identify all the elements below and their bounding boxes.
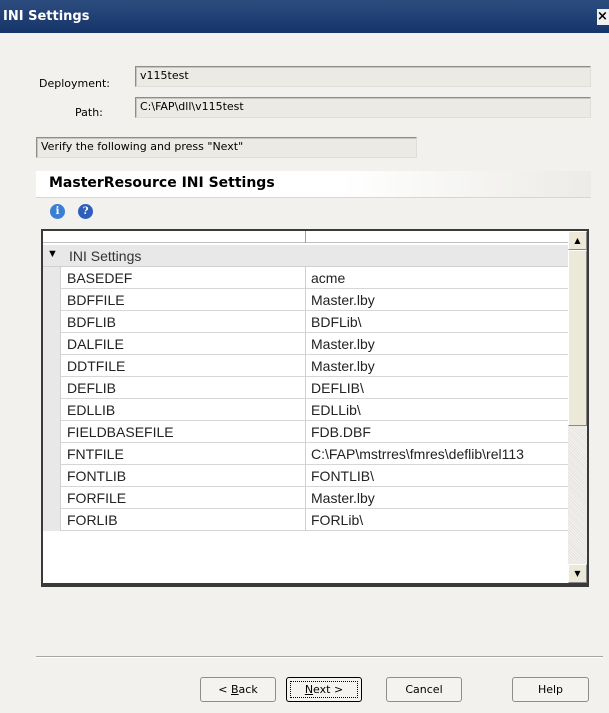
- footer-divider: [36, 656, 603, 658]
- setting-key: FIELDBASEFILE: [67, 424, 174, 440]
- scroll-up-icon[interactable]: ▲: [568, 231, 587, 250]
- row-indent: [43, 289, 61, 311]
- row-indent: [43, 399, 61, 421]
- back-mnemonic: B: [231, 683, 239, 696]
- ini-settings-grid: ▼ INI Settings BASEDEF acme BDFFILE Master.…: [41, 229, 589, 587]
- cell-divider: [305, 487, 306, 509]
- back-button[interactable]: < Back: [200, 677, 276, 702]
- cell-divider: [305, 333, 306, 355]
- section-title: MasterResource INI Settings: [36, 171, 591, 198]
- row-indent: [43, 443, 61, 465]
- cell-divider: [305, 465, 306, 487]
- row-indent: [43, 267, 61, 289]
- setting-key: BDFLIB: [67, 314, 117, 330]
- table-row[interactable]: FORLIB FORLib\: [43, 509, 570, 531]
- scroll-down-icon[interactable]: ▼: [568, 564, 587, 583]
- setting-key: EDLLIB: [67, 402, 116, 418]
- cell-divider: [305, 267, 306, 289]
- row-indent: [43, 377, 61, 399]
- collapse-triangle-icon[interactable]: ▼: [47, 248, 58, 260]
- setting-key: DALFILE: [67, 336, 124, 352]
- grid-column-header: [43, 231, 570, 243]
- setting-value[interactable]: Master.lby: [311, 336, 570, 352]
- setting-key: DDTFILE: [67, 358, 126, 374]
- group-label: INI Settings: [69, 248, 142, 264]
- back-rest: ack: [238, 683, 258, 696]
- title-bar: INI Settings ×: [0, 0, 609, 33]
- setting-value[interactable]: EDLLib\: [311, 402, 570, 418]
- setting-value[interactable]: FORLib\: [311, 512, 570, 528]
- table-row[interactable]: BDFLIB BDFLib\: [43, 311, 570, 333]
- info-icon[interactable]: i: [50, 204, 65, 219]
- help-button[interactable]: Help: [512, 677, 589, 702]
- setting-key: FORLIB: [67, 512, 118, 528]
- cell-divider: [305, 289, 306, 311]
- setting-value[interactable]: Master.lby: [311, 292, 570, 308]
- grid-rows: BASEDEF acme BDFFILE Master.lby BDFLIB BDFLib…: [43, 267, 570, 531]
- setting-key: FONTLIB: [67, 468, 127, 484]
- scroll-thumb[interactable]: [568, 250, 587, 426]
- vertical-scrollbar[interactable]: ▲ ▼: [568, 231, 587, 583]
- cancel-button[interactable]: Cancel: [386, 677, 462, 702]
- grid-group-row[interactable]: ▼ INI Settings: [43, 245, 570, 267]
- deployment-label: Deployment:: [39, 77, 110, 90]
- table-row[interactable]: DALFILE Master.lby: [43, 333, 570, 355]
- table-row[interactable]: FNTFILE C:\FAP\mstrres\fmres\deflib\rel11…: [43, 443, 570, 465]
- setting-key: FORFILE: [67, 490, 127, 506]
- path-label: Path:: [75, 106, 103, 119]
- help-icon[interactable]: ?: [78, 204, 93, 219]
- row-indent: [43, 487, 61, 509]
- setting-value[interactable]: C:\FAP\mstrres\fmres\deflib\rel113: [311, 446, 570, 462]
- column-separator[interactable]: [305, 231, 306, 243]
- setting-value[interactable]: DEFLIB\: [311, 380, 570, 396]
- row-indent: [43, 421, 61, 443]
- path-field: C:\FAP\dll\v115test: [135, 97, 591, 118]
- table-row[interactable]: DDTFILE Master.lby: [43, 355, 570, 377]
- cell-divider: [305, 421, 306, 443]
- table-row[interactable]: FORFILE Master.lby: [43, 487, 570, 509]
- cell-divider: [305, 377, 306, 399]
- setting-value[interactable]: Master.lby: [311, 490, 570, 506]
- setting-key: BDFFILE: [67, 292, 125, 308]
- setting-value[interactable]: BDFLib\: [311, 314, 570, 330]
- cell-divider: [305, 311, 306, 333]
- row-indent: [43, 355, 61, 377]
- setting-key: DEFLIB: [67, 380, 117, 396]
- cell-divider: [305, 355, 306, 377]
- cell-divider: [305, 399, 306, 421]
- focus-rect: [290, 681, 358, 698]
- window-title: INI Settings: [3, 9, 90, 24]
- setting-value[interactable]: FONTLIB\: [311, 468, 570, 484]
- cell-divider: [305, 509, 306, 531]
- setting-key: BASEDEF: [67, 270, 133, 286]
- row-indent: [43, 311, 61, 333]
- table-row[interactable]: FIELDBASEFILE FDB.DBF: [43, 421, 570, 443]
- setting-value[interactable]: acme: [311, 270, 570, 286]
- table-row[interactable]: DEFLIB DEFLIB\: [43, 377, 570, 399]
- row-indent: [43, 333, 61, 355]
- setting-value[interactable]: FDB.DBF: [311, 424, 570, 440]
- table-row[interactable]: BASEDEF acme: [43, 267, 570, 289]
- setting-key: FNTFILE: [67, 446, 124, 462]
- row-indent: [43, 509, 61, 531]
- row-indent: [43, 465, 61, 487]
- deployment-field: v115test: [135, 66, 591, 87]
- next-button[interactable]: Next >: [286, 677, 362, 702]
- table-row[interactable]: EDLLIB EDLLib\: [43, 399, 570, 421]
- cell-divider: [305, 443, 306, 465]
- back-prefix: <: [218, 683, 231, 696]
- table-row[interactable]: FONTLIB FONTLIB\: [43, 465, 570, 487]
- instruction-text: Verify the following and press "Next": [36, 137, 417, 158]
- table-row[interactable]: BDFFILE Master.lby: [43, 289, 570, 311]
- setting-value[interactable]: Master.lby: [311, 358, 570, 374]
- close-icon[interactable]: ×: [597, 9, 609, 25]
